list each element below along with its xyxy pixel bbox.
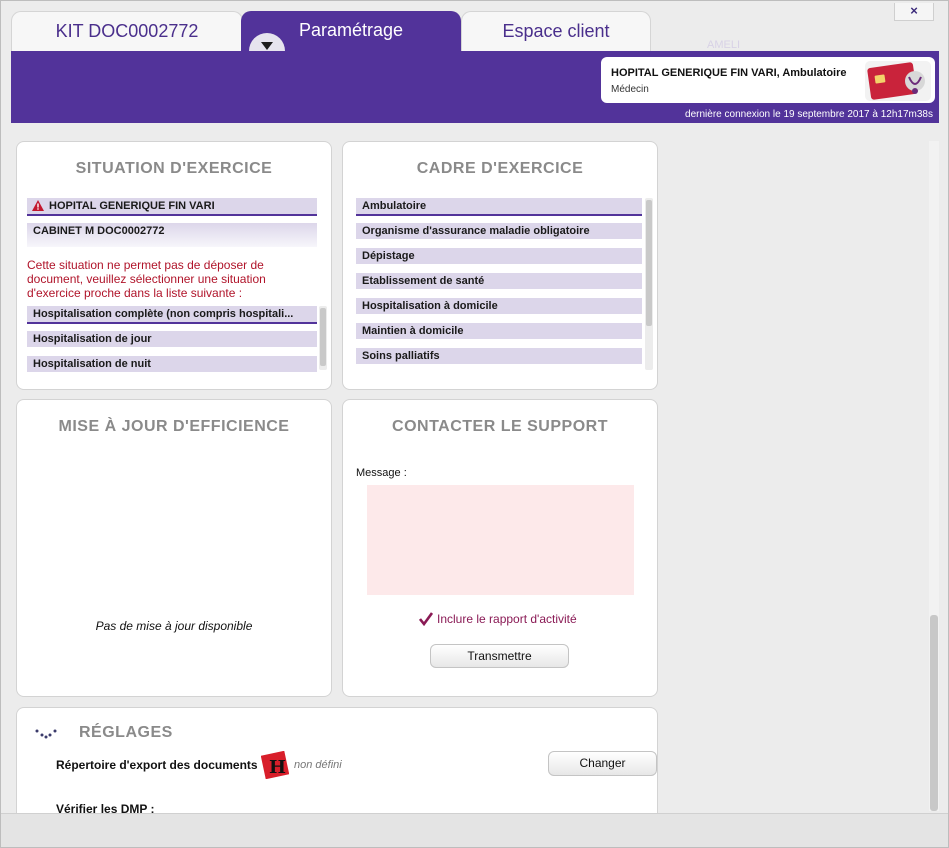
cadre-item[interactable]: Maintien à domicile (356, 323, 642, 339)
collapse-dots-icon[interactable] (34, 727, 58, 741)
situation-warning: Cette situation ne permet pas de déposer… (27, 258, 266, 300)
tab-espace-client[interactable]: Espace client (461, 11, 651, 51)
situation-selected-label: HOPITAL GENERIQUE FIN VARI (49, 200, 215, 212)
cadre-item[interactable]: Dépistage (356, 248, 642, 264)
cadre-item[interactable]: Organisme d'assurance maladie obligatoir… (356, 223, 642, 239)
situation-option[interactable]: Hospitalisation de nuit (27, 356, 317, 372)
user-name: HOPITAL GENERIQUE FIN VARI, Ambulatoire (611, 67, 847, 79)
tab-kit-label: KIT DOC0002772 (55, 21, 199, 41)
health-card-icon (865, 61, 931, 101)
include-report-checkbox[interactable]: Inclure le rapport d'activité (419, 611, 577, 627)
cadre-item[interactable]: Soins palliatifs (356, 348, 642, 364)
efficience-status: Pas de mise à jour disponible (95, 619, 253, 633)
export-value: non défini (294, 759, 342, 771)
situation-option[interactable]: Hospitalisation de jour (27, 331, 317, 347)
cadre-item[interactable]: Etablissement de santé (356, 273, 642, 289)
export-label: Répertoire d'export des documents (56, 758, 258, 772)
situation-list-scrollbar-thumb[interactable] (320, 308, 326, 366)
changer-button[interactable]: Changer (548, 751, 657, 776)
reglages-title: RÉGLAGES (79, 724, 173, 741)
svg-text:H: H (269, 757, 286, 778)
chevron-down-icon (261, 42, 273, 50)
user-role: Médecin (611, 84, 649, 95)
app-window: KIT DOC0002772 Paramétrage Espace client… (0, 0, 949, 848)
last-connection: dernière connexion le 19 septembre 2017 … (685, 109, 933, 120)
situation-cabinet-item[interactable]: CABINET M DOC0002772 (27, 223, 317, 247)
cadre-list-scrollbar-thumb[interactable] (646, 200, 652, 326)
include-report-label: Inclure le rapport d'activité (437, 612, 577, 626)
situation-panel: SITUATION D'EXERCICE HOPITAL GENERIQUE F… (16, 141, 332, 390)
situation-option[interactable]: Hospitalisation complète (non compris ho… (27, 306, 317, 324)
main-scrollbar-thumb[interactable] (930, 615, 938, 811)
support-title: CONTACTER LE SUPPORT (392, 418, 608, 435)
efficience-title: MISE À JOUR D'EFFICIENCE (58, 418, 290, 435)
warning-icon (32, 200, 44, 211)
tab-kit[interactable]: KIT DOC0002772 (11, 11, 243, 51)
message-label: Message : (356, 467, 407, 479)
efficience-panel: MISE À JOUR D'EFFICIENCE Pas de mise à j… (16, 399, 332, 697)
cadre-panel: CADRE D'EXERCICE Ambulatoire Organisme d… (342, 141, 658, 390)
hprim-logo-icon: H (261, 751, 289, 779)
reglages-panel: RÉGLAGES Répertoire d'export des documen… (16, 707, 658, 817)
cadre-item[interactable]: Ambulatoire (356, 198, 642, 216)
situation-title: SITUATION D'EXERCICE (75, 160, 273, 177)
close-button[interactable]: × (894, 3, 934, 21)
message-textarea[interactable] (367, 485, 634, 595)
cadre-item[interactable]: Hospitalisation à domicile (356, 298, 642, 314)
situation-selected-item[interactable]: HOPITAL GENERIQUE FIN VARI (27, 198, 317, 216)
cadre-title: CADRE D'EXERCICE (416, 160, 584, 177)
user-card[interactable]: HOPITAL GENERIQUE FIN VARI, Ambulatoire … (601, 57, 935, 103)
situation-list-scrollbar[interactable] (319, 306, 327, 370)
support-panel: CONTACTER LE SUPPORT Message : Inclure l… (342, 399, 658, 697)
transmettre-button[interactable]: Transmettre (430, 644, 569, 668)
tab-parametrage-label: Paramétrage (298, 20, 404, 40)
tab-espace-client-label: Espace client (502, 21, 610, 41)
ghost-label: AMELI (707, 39, 741, 51)
bottom-bar (1, 813, 948, 847)
cadre-list-scrollbar[interactable] (645, 198, 653, 370)
main-scrollbar[interactable] (929, 141, 939, 811)
check-icon (419, 612, 433, 626)
